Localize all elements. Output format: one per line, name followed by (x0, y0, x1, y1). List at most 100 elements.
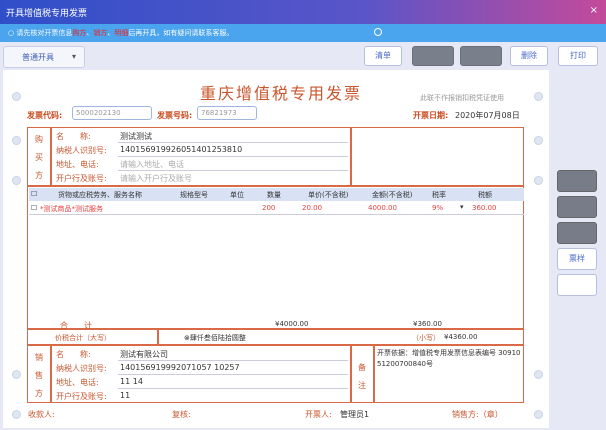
col-name: 货物或应税劳务、服务名称 (58, 191, 142, 199)
col-price: 单价(不含税) (308, 191, 349, 199)
review-label: 复核: (172, 410, 191, 419)
notice-bar: ○ 请先核对开票信息购方、销方、明细后再开具，如有疑问请联系客服。 (0, 24, 606, 42)
buyer-name-label: 名 称: (56, 132, 91, 141)
number-label: 发票号码: (157, 111, 193, 120)
close-icon[interactable]: × (590, 5, 598, 16)
divider (350, 127, 352, 186)
cell-qty[interactable]: 200 (262, 204, 275, 212)
grand-total-upper: ⊗肆仟叁佰陆拾圆整 (184, 334, 246, 342)
invoice-code-field[interactable]: 5000202130 (72, 106, 152, 120)
buyer-bank-input[interactable]: 请输入开户行及账号 (120, 173, 192, 184)
seller-name-label: 名 称: (56, 350, 91, 359)
sample-button[interactable]: 票样 (557, 248, 597, 270)
seller-bank-label: 开户行及账号: (56, 392, 107, 401)
punch-hole (12, 370, 21, 379)
side-button-3[interactable] (557, 222, 597, 244)
buyer-taxid-label: 纳税人识别号: (56, 146, 107, 155)
underline (118, 374, 348, 375)
seller-taxid-label: 纳税人识别号: (56, 364, 107, 373)
remark-text[interactable]: 开票依据：增值税专用发票信息表编号 3091051200700840号 (377, 348, 522, 370)
code-value: 5000202130 (76, 109, 121, 117)
select-all-checkbox[interactable]: ☐ (31, 190, 37, 198)
seller-section-label: 方 (35, 389, 43, 398)
divider (50, 345, 52, 403)
divider (373, 345, 375, 403)
underline (118, 388, 348, 389)
notice-seller: 销方 (93, 29, 108, 37)
punch-hole (534, 410, 543, 419)
print-button[interactable]: 打印 (558, 46, 598, 66)
date-value: 2020年07月08日 (455, 111, 520, 120)
side-button-1[interactable] (557, 170, 597, 192)
side-button-2[interactable] (557, 196, 597, 218)
divider (350, 345, 352, 403)
col-tax: 税额 (478, 191, 492, 199)
code-label: 发票代码: (27, 111, 63, 120)
buyer-section-label: 购 (35, 135, 43, 144)
punch-hole (12, 410, 21, 419)
seal-label: 销售方:（章） (452, 410, 503, 419)
remark-label: 备 (358, 363, 366, 372)
rate-dropdown-icon[interactable]: ▾ (460, 203, 464, 211)
list-button[interactable]: 清单 (364, 46, 402, 66)
underline (118, 156, 348, 157)
total-amount: ¥4000.00 (275, 320, 309, 328)
punch-hole (534, 92, 543, 101)
remark-label: 注 (358, 381, 366, 390)
divider (50, 127, 52, 186)
buyer-section-label: 方 (35, 171, 43, 180)
underline (118, 170, 348, 171)
cell-rate[interactable]: 9% (432, 204, 443, 212)
caret-down-icon: ▾ (71, 52, 76, 61)
seller-section-label: 售 (35, 371, 43, 380)
buyer-taxid-input[interactable]: 140156919926051401253810 (120, 145, 242, 154)
issue-mode-dropdown[interactable]: 普通开具 ▾ (3, 46, 85, 68)
cell-name[interactable]: *测试商品*测试服务 (40, 204, 103, 214)
punch-hole (12, 92, 21, 101)
row-checkbox[interactable]: ☐ (31, 204, 37, 212)
punch-hole (12, 176, 21, 185)
col-amount: 金额(不含税) (372, 191, 413, 199)
seller-bank: 11 (120, 391, 131, 400)
col-spec: 规格型号 (180, 191, 208, 199)
punch-hole (12, 136, 21, 145)
buyer-name-input[interactable]: 测试测试 (120, 131, 152, 142)
cell-price[interactable]: 20.00 (302, 204, 322, 212)
dropdown-value: 普通开具 (22, 53, 54, 62)
seller-taxid: 140156919992071057 10257 (120, 363, 240, 372)
punch-hole (534, 176, 543, 185)
total-tax: ¥360.00 (413, 320, 442, 328)
side-button-5[interactable] (557, 274, 597, 296)
toolbar-button-2[interactable] (412, 46, 454, 66)
buyer-bank-label: 开户行及账号: (56, 174, 107, 183)
notice-text-end: 后再开具，如有疑问请联系客服。 (128, 29, 234, 37)
cell-amount[interactable]: 4000.00 (368, 204, 397, 212)
date-label: 开票日期: (413, 111, 449, 120)
window-titlebar: 开具增值税专用发票 × (0, 0, 606, 24)
underline (118, 142, 348, 143)
grand-total-label: 价税合计（大写） (55, 334, 111, 342)
col-qty: 数量 (267, 191, 281, 199)
notice-text: 请先核对开票信息 (16, 29, 73, 37)
buyer-addr-input[interactable]: 请输入地址、电话 (120, 159, 184, 170)
underline (118, 360, 348, 361)
delete-button[interactable]: 删除 (510, 46, 548, 66)
notice-detail: 明细 (114, 29, 129, 37)
cell-tax[interactable]: 360.00 (472, 204, 497, 212)
punch-hole (534, 136, 543, 145)
invoice-number-field[interactable]: 76821973 (197, 106, 257, 120)
drawer-label: 开票人: (305, 410, 332, 419)
top-note: 此联不作报销扣税凭证使用 (420, 94, 504, 102)
punch-hole (534, 370, 543, 379)
seller-addr: 11 14 (120, 377, 143, 386)
seller-addr-label: 地址、电话: (56, 378, 99, 387)
col-rate: 税率 (432, 191, 446, 199)
invoice-title: 重庆增值税专用发票 (200, 84, 363, 103)
grand-small-label: （小写） (412, 334, 440, 342)
seller-name: 测试有限公司 (120, 350, 168, 359)
number-value: 76821973 (201, 109, 237, 117)
toolbar-button-3[interactable] (460, 46, 502, 66)
refresh-icon[interactable] (374, 28, 382, 36)
buyer-addr-label: 地址、电话: (56, 160, 99, 169)
window-title: 开具增值税专用发票 (6, 9, 88, 19)
